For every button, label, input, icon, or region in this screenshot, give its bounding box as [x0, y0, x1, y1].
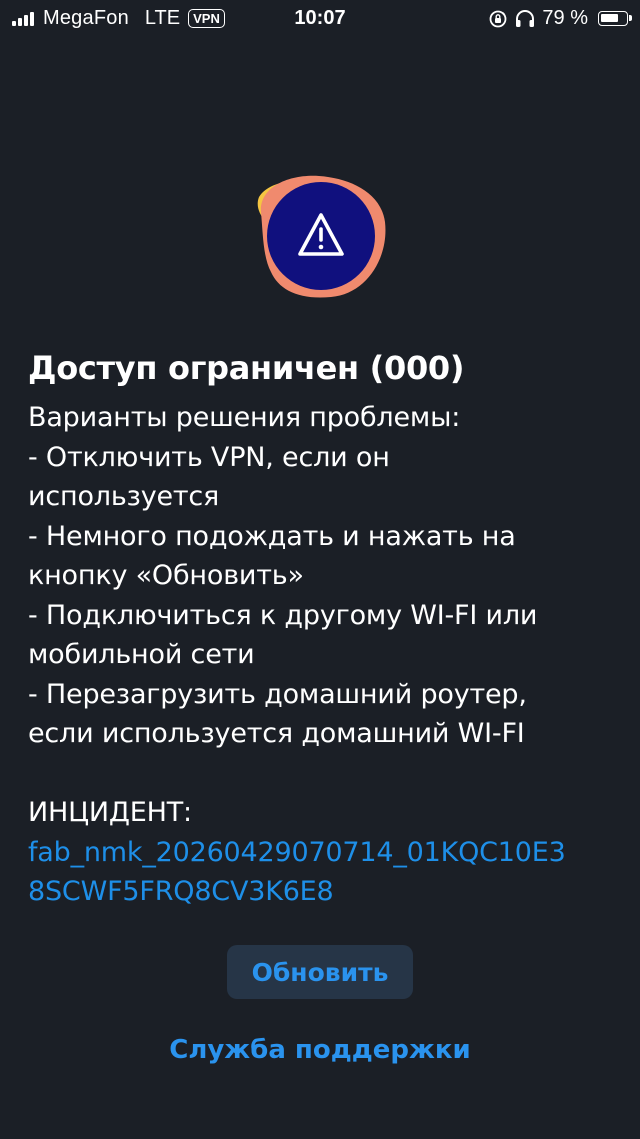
description-line: кнопку «Обновить» [28, 560, 304, 591]
incident-id-line[interactable]: 8SCWF5FRQ8CV3K6E8 [28, 872, 618, 912]
description-line: используется [28, 481, 220, 512]
battery-icon [598, 11, 632, 26]
description-line: - Немного подождать и нажать на [28, 520, 516, 552]
description-line: мобильной сети [28, 639, 255, 670]
description-line: Варианты решения проблемы: [28, 402, 461, 433]
incident-label: ИНЦИДЕНТ: [28, 797, 192, 828]
error-description: Варианты решения проблемы: - Отключить V… [28, 398, 618, 912]
refresh-button[interactable]: Обновить [227, 945, 413, 999]
orientation-lock-icon [488, 9, 508, 29]
warning-illustration [249, 172, 389, 302]
description-line: если используется домашний WI-FI [28, 718, 525, 749]
status-bar-right: 79 % [488, 7, 632, 30]
status-bar: MegaFon LTE VPN 10:07 79 % [0, 0, 640, 36]
support-link[interactable]: Служба поддержки [0, 1035, 640, 1065]
description-line: - Подключиться к другому WI-FI или [28, 599, 538, 631]
description-line: - Отключить VPN, если он [28, 441, 390, 473]
error-content: Доступ ограничен (000) Варианты решения … [28, 348, 618, 912]
headphones-icon [514, 9, 536, 29]
error-title: Доступ ограничен (000) [28, 349, 465, 387]
battery-percentage: 79 % [542, 7, 588, 29]
description-line: - Перезагрузить домашний роутер, [28, 678, 527, 710]
incident-id-line[interactable]: fab_nmk_20260429070714_01KQC10E3 [28, 833, 618, 873]
